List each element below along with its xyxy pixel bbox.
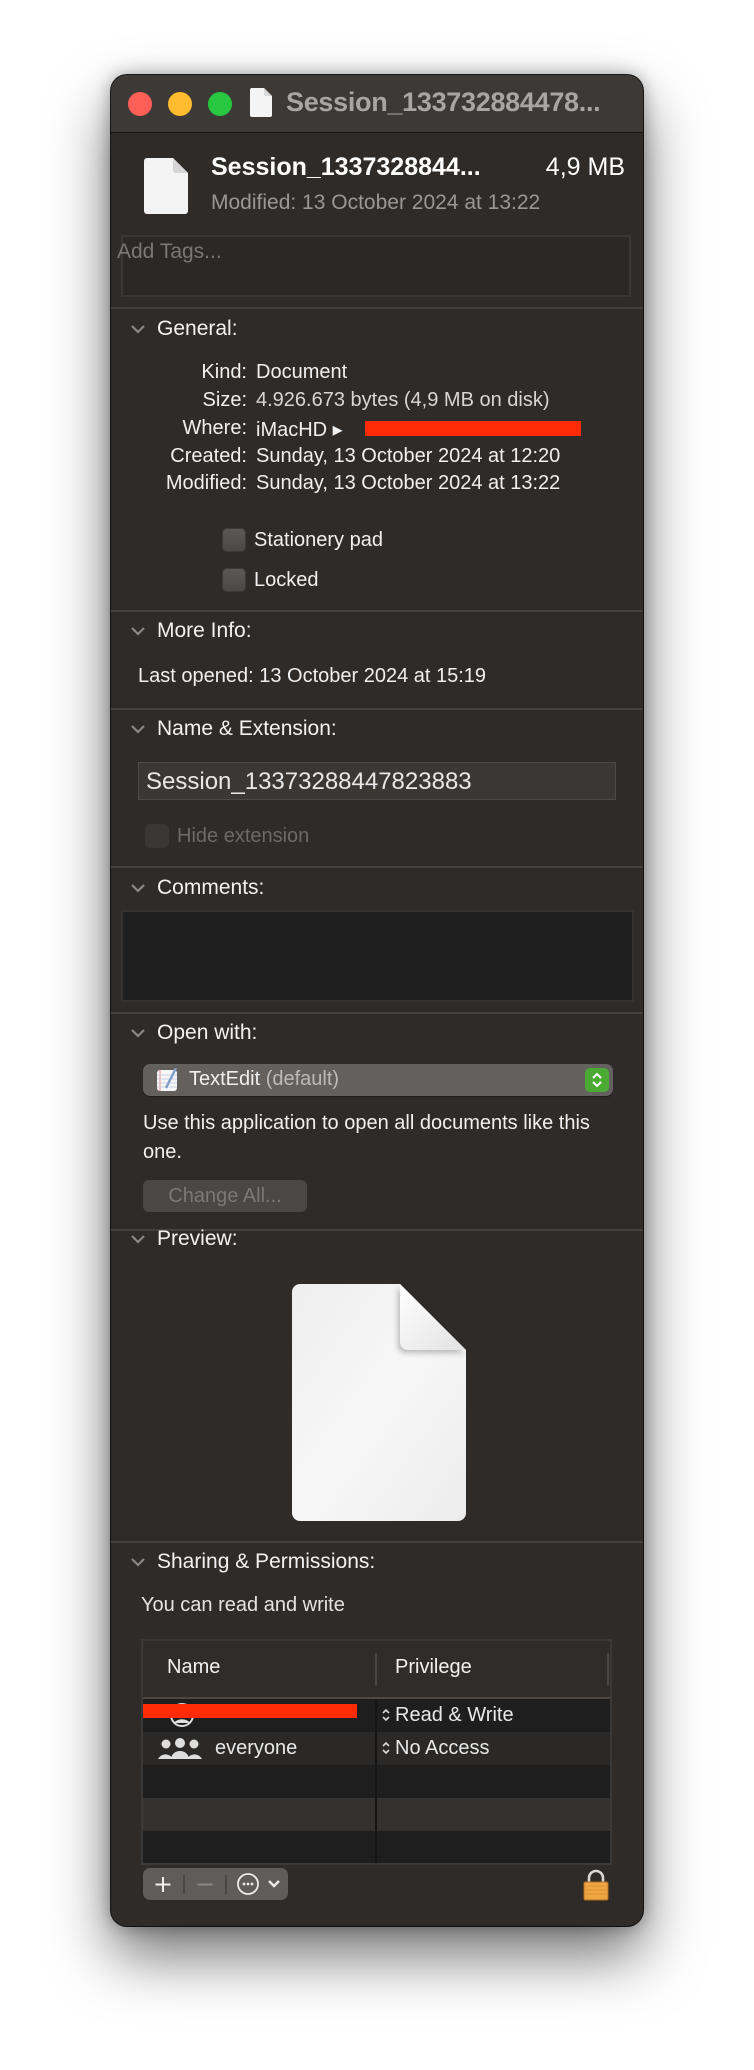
name-input[interactable] — [144, 765, 608, 799]
stationery-pad-label[interactable]: Stationery pad — [254, 529, 383, 552]
textedit-icon — [157, 1068, 178, 1091]
section-open-with-header[interactable]: Open with: — [111, 1020, 643, 1050]
comments-textarea[interactable] — [123, 912, 632, 1000]
section-sharing-header[interactable]: Sharing & Permissions: — [111, 1549, 643, 1579]
add-icon — [155, 1877, 171, 1892]
title-bar[interactable]: Session_133732884478... — [111, 75, 643, 133]
locked-label[interactable]: Locked — [254, 569, 319, 592]
last-opened: Last opened: 13 October 2024 at 15:19 — [138, 665, 487, 687]
add-button[interactable] — [143, 1868, 183, 1900]
divider — [111, 307, 643, 309]
remove-icon — [197, 1883, 213, 1886]
document-preview-icon — [292, 1284, 466, 1521]
app-name: TextEdit — [189, 1068, 261, 1090]
chevron-up-down-icon — [592, 1072, 602, 1088]
chevron-up-down-icon[interactable] — [381, 1707, 391, 1723]
section-title: Preview: — [157, 1227, 238, 1250]
info-window: Session_133732884478... Session_13373288… — [111, 75, 643, 1926]
divider — [111, 610, 643, 612]
redaction-bar — [365, 421, 581, 436]
chevron-up-down-icon[interactable] — [381, 1740, 391, 1756]
created-label: Created: — [170, 445, 247, 467]
lock-icon[interactable] — [583, 1869, 609, 1901]
divider — [111, 866, 643, 868]
remove-button[interactable] — [185, 1868, 225, 1900]
section-title: Open with: — [157, 1021, 258, 1044]
section-title: Sharing & Permissions: — [157, 1550, 376, 1573]
section-comments-header[interactable]: Comments: — [111, 875, 643, 905]
stationery-pad-checkbox[interactable] — [222, 528, 246, 552]
tags-input[interactable] — [115, 239, 599, 265]
size-label: Size: — [202, 389, 247, 411]
modified-label: Modified: — [165, 472, 247, 494]
kind-value: Document — [256, 361, 348, 383]
action-menu-button[interactable] — [227, 1868, 288, 1900]
open-with-popup[interactable]: TextEdit (default) — [143, 1064, 613, 1096]
hide-extension-label[interactable]: Hide extension — [177, 825, 309, 848]
column-divider[interactable] — [607, 1653, 609, 1685]
chevron-down-icon[interactable] — [130, 624, 146, 638]
kind-label: Kind: — [201, 361, 247, 383]
document-icon[interactable] — [250, 88, 272, 117]
section-name-extension-header[interactable]: Name & Extension: — [111, 716, 643, 746]
open-with-selected: TextEdit (default) — [189, 1068, 339, 1091]
modified-value: Sunday, 13 October 2024 at 13:22 — [256, 472, 561, 494]
permissions-table: Name Privilege Read & Write everyone No — [141, 1639, 612, 1865]
section-more-info-header[interactable]: More Info: — [111, 618, 643, 648]
user-name: everyone — [215, 1737, 298, 1759]
action-menu-icon — [237, 1873, 280, 1895]
group-icon — [158, 1738, 202, 1759]
divider — [111, 1012, 643, 1014]
chevron-down-icon[interactable] — [130, 722, 146, 736]
modified-date: Modified: 13 October 2024 at 13:22 — [211, 191, 541, 214]
privilege-select[interactable]: Read & Write — [395, 1704, 514, 1727]
name-field[interactable] — [138, 762, 616, 800]
column-header-name[interactable]: Name — [167, 1656, 220, 1679]
size-value: 4.926.673 bytes (4,9 MB on disk) — [256, 389, 550, 411]
redaction-bar — [143, 1704, 357, 1718]
where-value: iMacHD ▸ — [256, 419, 343, 441]
file-size: 4,9 MB — [545, 153, 625, 181]
locked-checkbox[interactable] — [222, 568, 246, 592]
privilege-select[interactable]: No Access — [395, 1737, 489, 1760]
permissions-toolbar — [143, 1868, 288, 1900]
column-divider[interactable] — [375, 1653, 377, 1685]
minimize-button[interactable] — [168, 92, 192, 116]
table-header: Name Privilege — [143, 1641, 610, 1699]
section-title: More Info: — [157, 619, 252, 642]
column-header-privilege[interactable]: Privilege — [395, 1656, 472, 1679]
change-all-button[interactable]: Change All... — [143, 1180, 307, 1212]
file-name: Session_1337328844... — [211, 153, 481, 181]
window-title: Session_133732884478... — [286, 87, 601, 117]
chevron-down-icon[interactable] — [130, 1232, 146, 1246]
default-suffix: (default) — [265, 1068, 340, 1090]
popup-stepper[interactable] — [585, 1068, 609, 1092]
section-title: General: — [157, 317, 238, 340]
divider — [111, 1541, 643, 1543]
chevron-down-icon[interactable] — [130, 322, 146, 336]
section-preview-header[interactable]: Preview: — [111, 1226, 643, 1256]
where-label: Where: — [182, 417, 247, 439]
column-divider — [375, 1699, 377, 1863]
zoom-button[interactable] — [208, 92, 232, 116]
divider — [111, 708, 643, 710]
section-title: Comments: — [157, 876, 265, 899]
created-value: Sunday, 13 October 2024 at 12:20 — [256, 445, 561, 467]
tags-field[interactable] — [115, 235, 631, 297]
chevron-down-icon[interactable] — [130, 1026, 146, 1040]
open-with-description: Use this application to open all documen… — [143, 1112, 590, 1163]
hide-extension-checkbox[interactable] — [145, 824, 169, 848]
sharing-summary: You can read and write — [141, 1594, 345, 1616]
section-title: Name & Extension: — [157, 717, 337, 740]
chevron-down-icon[interactable] — [130, 1555, 146, 1569]
document-icon — [144, 158, 188, 214]
chevron-down-icon[interactable] — [130, 881, 146, 895]
close-button[interactable] — [128, 92, 152, 116]
comments-field[interactable] — [121, 910, 634, 1002]
section-general-header[interactable]: General: — [111, 316, 643, 346]
